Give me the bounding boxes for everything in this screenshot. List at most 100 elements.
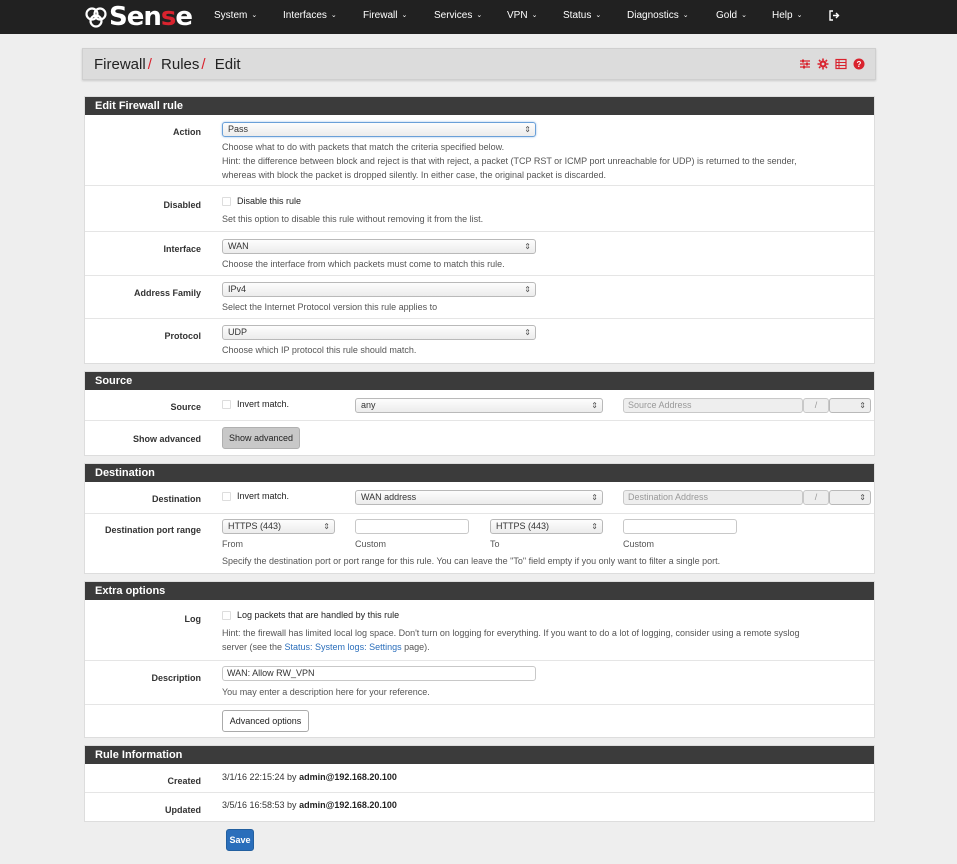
nav-services[interactable]: Services ⌄ — [434, 10, 482, 21]
panel-heading: Extra options — [85, 582, 874, 600]
nav-system[interactable]: System ⌄ — [214, 10, 257, 21]
help-icon[interactable]: ? — [853, 58, 865, 70]
action-label: Action — [173, 127, 201, 137]
destination-panel: Destination Destination Invert match. WA… — [84, 463, 875, 574]
description-row: Description WAN: Allow RW_VPN You may en… — [85, 660, 874, 704]
advanced-options-button[interactable]: Advanced options — [222, 710, 309, 732]
sliders-icon[interactable] — [799, 58, 811, 70]
port-from-select[interactable]: HTTPS (443) ⇕ — [222, 519, 335, 534]
destination-invert-checkbox[interactable]: Invert match. — [222, 491, 289, 501]
address-family-row: Address Family IPv4 ⇕ Select the Internet… — [85, 275, 874, 318]
pf-logo-icon — [85, 7, 107, 28]
list-icon[interactable] — [835, 58, 847, 70]
nav-interfaces[interactable]: Interfaces ⌄ — [283, 10, 337, 21]
top-navbar: Sense System ⌄ Interfaces ⌄ Firewall ⌄ Serv… — [0, 0, 957, 34]
extra-options-panel: Extra options Log Log packets that are h… — [84, 581, 875, 738]
description-help: You may enter a description here for you… — [222, 687, 430, 697]
pfsense-logo[interactable]: Sense — [84, 2, 193, 32]
interface-label: Interface — [163, 244, 201, 254]
nav-gold[interactable]: Gold ⌄ — [716, 10, 747, 21]
port-to-select[interactable]: HTTPS (443) ⇕ — [490, 519, 603, 534]
log-label: Log — [184, 614, 202, 624]
source-label: Source — [170, 402, 201, 412]
disabled-row: Disabled Disable this rule Set this opti… — [85, 185, 874, 231]
action-row: Action Pass ⇕ Choose what to do with pack… — [85, 115, 874, 185]
port-range-help: Specify the destination port or port ran… — [222, 556, 721, 566]
nav-status[interactable]: Status ⌄ — [563, 10, 601, 21]
nav-diagnostics[interactable]: Diagnostics ⌄ — [627, 10, 689, 21]
breadcrumb: Firewall / Rules / Edit ? — [82, 48, 876, 80]
protocol-help: Choose which IP protocol this rule shoul… — [222, 345, 417, 355]
port-from-custom-input[interactable] — [355, 519, 469, 534]
destination-row: Destination Invert match. WAN address ⇕ D… — [85, 482, 874, 513]
custom-caption: Custom — [623, 539, 655, 549]
from-caption: From — [222, 539, 243, 549]
checkbox-box[interactable] — [222, 399, 231, 409]
save-button[interactable]: Save — [226, 829, 254, 851]
panel-heading: Destination — [85, 464, 874, 482]
protocol-label: Protocol — [164, 331, 201, 341]
nav-firewall[interactable]: Firewall ⌄ — [363, 10, 407, 21]
edit-rule-panel: Edit Firewall rule Action Pass ⇕ Choose w… — [84, 96, 875, 364]
updated-label: Updated — [165, 805, 201, 815]
log-checkbox[interactable]: Log packets that are handled by this rul… — [222, 610, 399, 620]
source-invert-checkbox[interactable]: Invert match. — [222, 399, 289, 409]
breadcrumb-rules[interactable]: Rules — [161, 56, 199, 73]
created-label: Created — [167, 776, 201, 786]
panel-heading: Edit Firewall rule — [85, 97, 874, 115]
checkbox-box[interactable] — [222, 491, 231, 501]
description-input[interactable]: WAN: Allow RW_VPN — [222, 666, 536, 681]
disabled-help: Set this option to disable this rule wit… — [222, 214, 484, 224]
address-family-select[interactable]: IPv4 ⇕ — [222, 282, 536, 297]
destination-slash: / — [803, 490, 829, 505]
nav-help[interactable]: Help ⌄ — [772, 10, 802, 21]
destination-address-input[interactable]: Destination Address — [623, 490, 803, 505]
source-type-select[interactable]: any ⇕ — [355, 398, 603, 413]
custom-caption: Custom — [355, 539, 387, 549]
description-label: Description — [151, 673, 201, 683]
disabled-label: Disabled — [163, 200, 201, 210]
destination-mask-select[interactable]: ⇕ — [829, 490, 871, 505]
destination-label: Destination — [151, 494, 201, 504]
disable-rule-checkbox[interactable]: Disable this rule — [222, 196, 301, 206]
destination-type-select[interactable]: WAN address ⇕ — [355, 490, 603, 505]
show-advanced-button[interactable]: Show advanced — [222, 427, 300, 449]
interface-select[interactable]: WAN ⇕ — [222, 239, 536, 254]
log-help: Hint: the firewall has limited local log… — [222, 628, 800, 652]
protocol-select[interactable]: UDP ⇕ — [222, 325, 536, 340]
page-title: Firewall / Rules / Edit — [94, 56, 241, 73]
source-address-input[interactable]: Source Address — [623, 398, 803, 413]
panel-heading: Rule Information — [85, 746, 874, 764]
interface-help: Choose the interface from which packets … — [222, 259, 505, 269]
show-advanced-row: Show advanced Show advanced — [85, 420, 874, 456]
address-family-help: Select the Internet Protocol version thi… — [222, 302, 438, 312]
port-to-custom-input[interactable] — [623, 519, 737, 534]
gear-icon[interactable] — [817, 58, 829, 70]
nav-vpn[interactable]: VPN ⌄ — [507, 10, 537, 21]
logout-icon[interactable] — [829, 10, 840, 21]
checkbox-box[interactable] — [222, 610, 231, 620]
address-family-label: Address Family — [133, 288, 201, 298]
updated-row: Updated 3/5/16 16:58:53 by admin@192.168… — [85, 792, 874, 822]
svg-text:?: ? — [857, 60, 862, 69]
source-panel: Source Source Invert match. any ⇕ Source … — [84, 371, 875, 456]
panel-heading: Source — [85, 372, 874, 390]
interface-row: Interface WAN ⇕ Choose the interface from… — [85, 231, 874, 275]
source-slash: / — [803, 398, 829, 413]
log-row: Log Log packets that are handled by this… — [85, 600, 874, 660]
advanced-options-row: Advanced options — [85, 704, 874, 738]
source-row: Source Invert match. any ⇕ Source Address… — [85, 390, 874, 420]
action-select[interactable]: Pass ⇕ — [222, 122, 536, 137]
checkbox-box[interactable] — [222, 196, 231, 206]
rule-information-panel: Rule Information Created 3/1/16 22:15:24… — [84, 745, 875, 822]
breadcrumb-edit: Edit — [214, 56, 241, 73]
logo-text: Sense — [109, 2, 193, 32]
protocol-row: Protocol UDP ⇕ Choose which IP protocol t… — [85, 318, 874, 365]
updated-value: 3/5/16 16:58:53 by admin@192.168.20.100 — [222, 800, 397, 810]
source-mask-select[interactable]: ⇕ — [829, 398, 871, 413]
breadcrumb-firewall[interactable]: Firewall — [94, 56, 146, 73]
show-advanced-label: Show advanced — [132, 434, 201, 444]
created-row: Created 3/1/16 22:15:24 by admin@192.168… — [85, 764, 874, 792]
created-value: 3/1/16 22:15:24 by admin@192.168.20.100 — [222, 772, 397, 782]
syslog-settings-link[interactable]: Status: System logs: Settings — [285, 642, 402, 652]
